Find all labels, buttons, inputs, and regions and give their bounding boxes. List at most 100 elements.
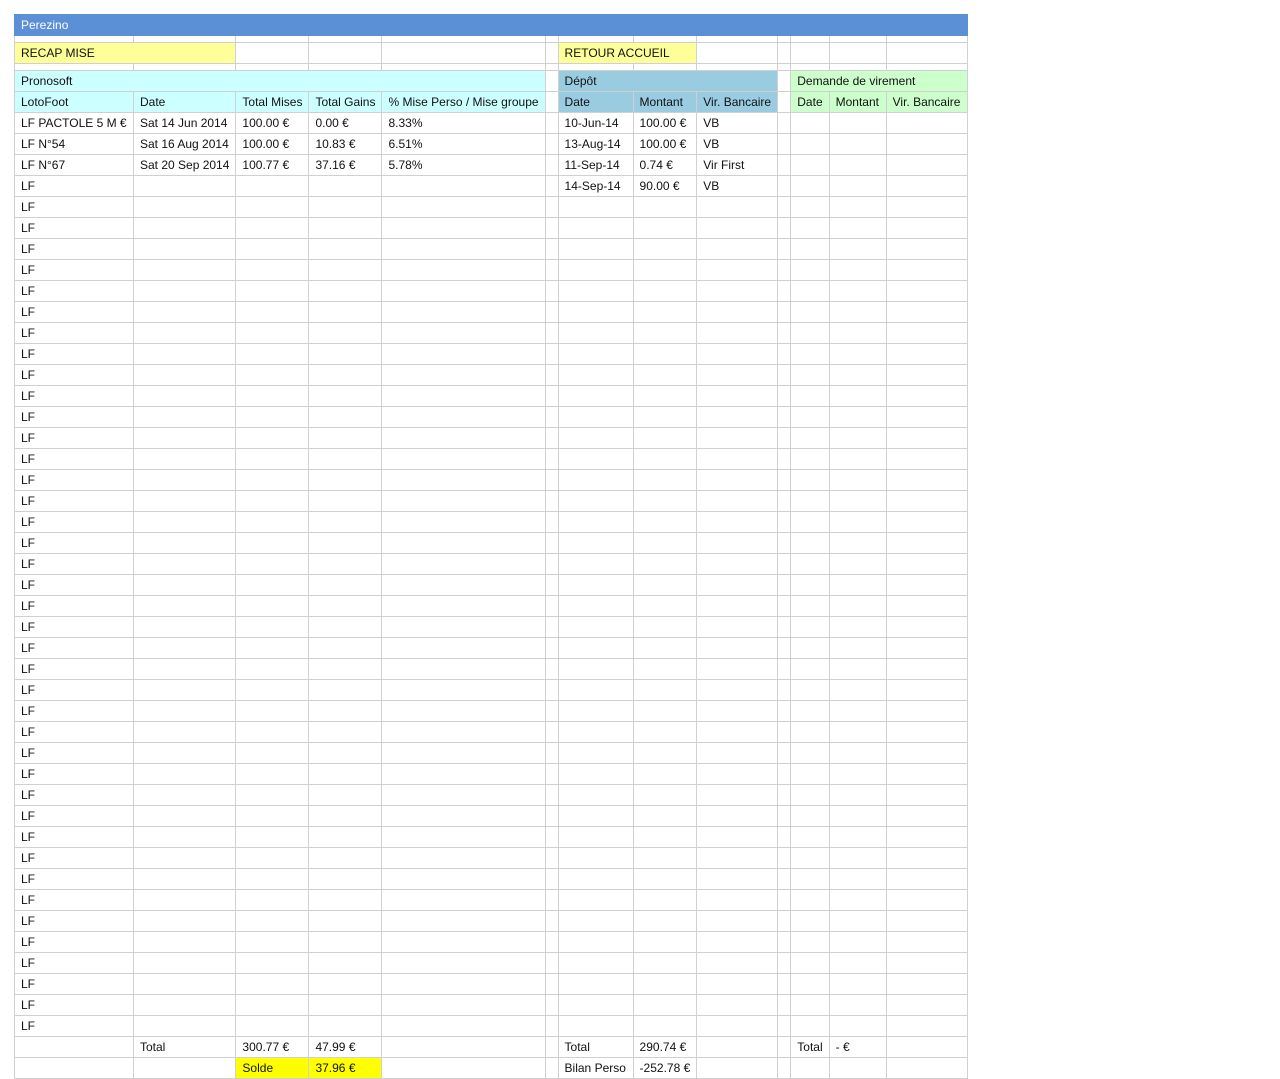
- cell[interactable]: [777, 595, 792, 617]
- depot-montant-cell[interactable]: [632, 574, 698, 596]
- total-gains-cell[interactable]: [308, 490, 383, 512]
- cell[interactable]: [544, 889, 559, 911]
- date-cell[interactable]: [132, 238, 237, 260]
- dv-vir-cell[interactable]: [885, 805, 968, 827]
- date-cell[interactable]: [132, 343, 237, 365]
- pct-cell[interactable]: [381, 847, 546, 869]
- depot-date-cell[interactable]: [557, 700, 634, 722]
- cell[interactable]: [777, 826, 792, 848]
- date-cell[interactable]: [132, 763, 237, 785]
- dv-vir-cell[interactable]: [885, 217, 968, 239]
- pct-cell[interactable]: [381, 574, 546, 596]
- lotofoot-cell[interactable]: LF: [14, 301, 134, 323]
- total-mises-cell[interactable]: [235, 532, 310, 554]
- cell[interactable]: [235, 42, 310, 64]
- dv-date-cell[interactable]: [790, 175, 830, 197]
- depot-vir-cell[interactable]: [696, 448, 779, 470]
- dv-vir-cell[interactable]: [885, 469, 968, 491]
- depot-date-cell[interactable]: [557, 427, 634, 449]
- dv-vir-cell[interactable]: [885, 595, 968, 617]
- depot-montant-cell[interactable]: [632, 742, 698, 764]
- depot-montant-cell[interactable]: [632, 637, 698, 659]
- dv-vir-cell[interactable]: [885, 889, 968, 911]
- depot-date-cell[interactable]: 14-Sep-14: [557, 175, 634, 197]
- dv-montant-cell[interactable]: [828, 847, 887, 869]
- total-gains-cell[interactable]: [308, 742, 383, 764]
- depot-vir-cell[interactable]: [696, 280, 779, 302]
- date-cell[interactable]: [132, 952, 237, 974]
- cell[interactable]: [777, 532, 792, 554]
- total-gains-cell[interactable]: [308, 175, 383, 197]
- depot-vir-cell[interactable]: [696, 532, 779, 554]
- depot-montant-cell[interactable]: [632, 700, 698, 722]
- dv-date-cell[interactable]: [790, 406, 830, 428]
- depot-montant-cell[interactable]: 0.74 €: [632, 154, 698, 176]
- cell[interactable]: [777, 511, 792, 533]
- depot-vir-cell[interactable]: [696, 910, 779, 932]
- cell[interactable]: [544, 1036, 559, 1058]
- dv-date-cell[interactable]: [790, 385, 830, 407]
- total-mises-cell[interactable]: [235, 721, 310, 743]
- depot-montant-cell[interactable]: [632, 406, 698, 428]
- lotofoot-cell[interactable]: LF: [14, 742, 134, 764]
- cell[interactable]: [544, 280, 559, 302]
- depot-date-cell[interactable]: [557, 742, 634, 764]
- dv-date-cell[interactable]: [790, 595, 830, 617]
- depot-vir-cell[interactable]: VB: [696, 175, 779, 197]
- dv-montant-cell[interactable]: [828, 322, 887, 344]
- total-mises-cell[interactable]: [235, 826, 310, 848]
- total-gains-cell[interactable]: [308, 280, 383, 302]
- depot-montant-cell[interactable]: [632, 448, 698, 470]
- total-gains-cell[interactable]: [308, 973, 383, 995]
- dv-vir-cell[interactable]: [885, 868, 968, 890]
- total-mises-cell[interactable]: 100.00 €: [235, 133, 310, 155]
- date-cell[interactable]: [132, 553, 237, 575]
- dv-vir-cell[interactable]: [885, 280, 968, 302]
- dv-date-cell[interactable]: [790, 616, 830, 638]
- total-mises-cell[interactable]: [235, 175, 310, 197]
- cell[interactable]: [544, 616, 559, 638]
- cell[interactable]: [381, 42, 546, 64]
- depot-vir-cell[interactable]: [696, 658, 779, 680]
- depot-montant-cell[interactable]: [632, 490, 698, 512]
- lotofoot-cell[interactable]: LF: [14, 952, 134, 974]
- depot-vir-cell[interactable]: [696, 868, 779, 890]
- date-cell[interactable]: [132, 322, 237, 344]
- pct-cell[interactable]: [381, 595, 546, 617]
- total-mises-cell[interactable]: [235, 196, 310, 218]
- depot-date-cell[interactable]: [557, 868, 634, 890]
- depot-vir-cell[interactable]: [696, 973, 779, 995]
- lotofoot-cell[interactable]: LF: [14, 322, 134, 344]
- date-cell[interactable]: [132, 616, 237, 638]
- pct-cell[interactable]: 8.33%: [381, 112, 546, 134]
- depot-vir-cell[interactable]: [696, 889, 779, 911]
- total-mises-cell[interactable]: [235, 469, 310, 491]
- depot-vir-cell[interactable]: [696, 952, 779, 974]
- dv-date-cell[interactable]: [790, 700, 830, 722]
- pct-cell[interactable]: [381, 616, 546, 638]
- cell[interactable]: [777, 763, 792, 785]
- depot-montant-cell[interactable]: [632, 322, 698, 344]
- cell[interactable]: [544, 91, 559, 113]
- pct-cell[interactable]: [381, 322, 546, 344]
- total-gains-cell[interactable]: [308, 931, 383, 953]
- cell[interactable]: [132, 1057, 237, 1079]
- dv-vir-cell[interactable]: [885, 259, 968, 281]
- dv-date-cell[interactable]: [790, 742, 830, 764]
- dv-montant-cell[interactable]: [828, 217, 887, 239]
- cell[interactable]: [544, 826, 559, 848]
- lotofoot-cell[interactable]: LF: [14, 973, 134, 995]
- depot-vir-cell[interactable]: [696, 301, 779, 323]
- total-mises-cell[interactable]: [235, 658, 310, 680]
- dv-date-cell[interactable]: [790, 238, 830, 260]
- cell[interactable]: [777, 154, 792, 176]
- dv-date-cell[interactable]: [790, 658, 830, 680]
- total-gains-cell[interactable]: [308, 721, 383, 743]
- depot-montant-cell[interactable]: [632, 826, 698, 848]
- cell[interactable]: [544, 511, 559, 533]
- depot-date-cell[interactable]: [557, 574, 634, 596]
- lotofoot-cell[interactable]: LF: [14, 721, 134, 743]
- total-gains-cell[interactable]: [308, 406, 383, 428]
- cell[interactable]: [885, 1036, 968, 1058]
- depot-montant-cell[interactable]: [632, 1015, 698, 1037]
